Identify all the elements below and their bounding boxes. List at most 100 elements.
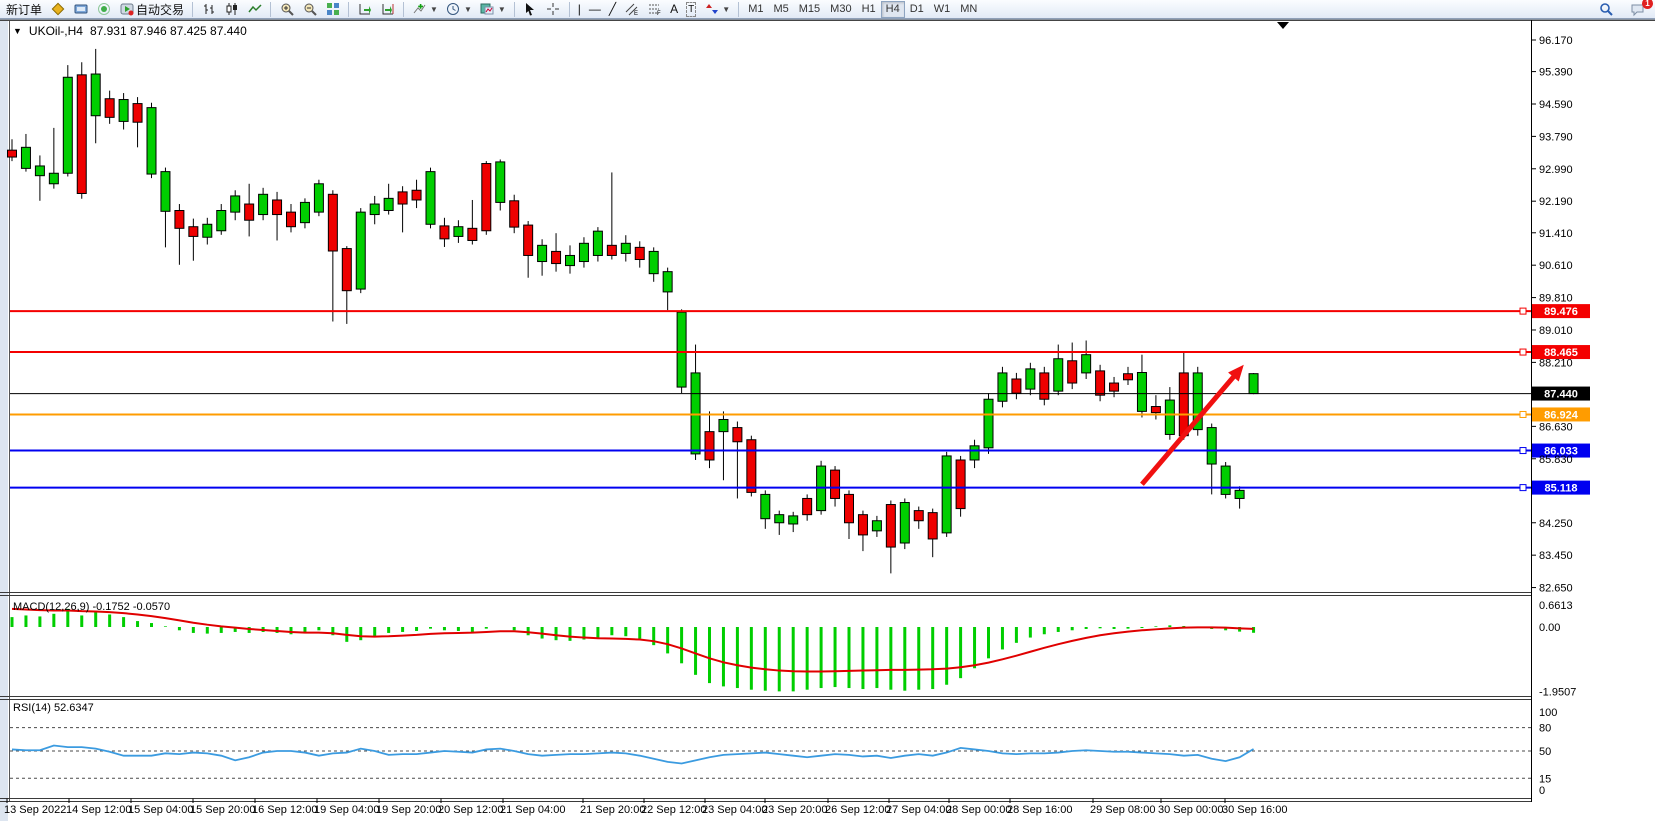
- templates-button[interactable]: ▼: [476, 1, 510, 18]
- candle: [789, 516, 798, 524]
- candle: [468, 228, 477, 240]
- candle: [454, 227, 463, 237]
- candle: [1012, 379, 1021, 393]
- candle: [1124, 374, 1133, 380]
- cursor-button[interactable]: [519, 1, 542, 18]
- fibonacci-icon: F: [647, 2, 662, 17]
- chart-canvas[interactable]: 89.47688.46587.44086.92486.03385.11896.1…: [0, 0, 1655, 821]
- level-line-handle: [1520, 448, 1526, 454]
- auto-scroll-button[interactable]: [353, 1, 376, 18]
- candle: [203, 224, 212, 237]
- price-tick-label: 82.650: [1539, 583, 1573, 595]
- arrows-button[interactable]: ▼: [700, 1, 734, 18]
- svg-text:E: E: [634, 11, 638, 16]
- macd-indicator-label: MACD(12,26,9) -0.1752 -0.0570: [13, 601, 170, 613]
- macd-signal-line: [12, 609, 1254, 672]
- candle: [1096, 371, 1105, 395]
- toolbar-separator: [403, 2, 404, 17]
- text-button[interactable]: A: [666, 1, 682, 18]
- candle: [91, 74, 100, 116]
- search-button[interactable]: [1595, 1, 1618, 18]
- autotrade-button[interactable]: 自动交易: [115, 1, 188, 18]
- crosshair-icon: [546, 2, 561, 17]
- chart-ohlc-quote: 87.931 87.946 87.425 87.440: [90, 24, 247, 38]
- zoom-in-button[interactable]: [275, 1, 298, 18]
- timeframe-m30[interactable]: M30: [825, 1, 856, 18]
- svg-text:F: F: [657, 11, 661, 16]
- rsi-indicator-label: RSI(14) 52.6347: [13, 702, 94, 714]
- toolbar-separator: [514, 2, 515, 17]
- horizontal-line-icon: —: [589, 3, 601, 16]
- profile-button[interactable]: [46, 1, 69, 18]
- candle: [761, 494, 770, 518]
- time-axis-label: 28 Sep 16:00: [1007, 804, 1072, 816]
- notifications-button[interactable]: 1: [1626, 1, 1649, 18]
- candle: [747, 440, 756, 493]
- level-line-handle: [1520, 349, 1526, 355]
- signal-button[interactable]: [92, 1, 115, 18]
- tile-windows-button[interactable]: [321, 1, 344, 18]
- candle: [119, 100, 128, 122]
- zoom-out-button[interactable]: [298, 1, 321, 18]
- candle: [886, 505, 895, 548]
- horizontal-line-button[interactable]: —: [585, 1, 605, 18]
- chart-shift-button[interactable]: [376, 1, 399, 18]
- candle: [845, 494, 854, 522]
- chart-plot-area[interactable]: [10, 21, 1531, 592]
- candle: [245, 204, 254, 220]
- candlestick-chart-button[interactable]: [220, 1, 243, 18]
- channel-icon: E: [624, 2, 639, 17]
- candle: [482, 164, 491, 231]
- candle: [63, 77, 72, 173]
- toolbar-separator: [738, 2, 739, 17]
- timeframe-h1[interactable]: H1: [857, 1, 881, 18]
- price-tick-label: 88.210: [1539, 357, 1573, 369]
- channel-button[interactable]: E: [620, 1, 643, 18]
- candle: [1026, 369, 1035, 389]
- candle: [1040, 373, 1049, 399]
- time-axis-label: 15 Sep 20:00: [190, 804, 255, 816]
- candle: [1082, 355, 1091, 373]
- rsi-axis-label: 80: [1539, 723, 1551, 735]
- timeframe-mn[interactable]: MN: [955, 1, 982, 18]
- timeframe-m1[interactable]: M1: [743, 1, 768, 18]
- label-button[interactable]: T: [682, 1, 700, 18]
- indicators-button[interactable]: ▼: [408, 1, 442, 18]
- time-axis-label: 21 Sep 20:00: [580, 804, 645, 816]
- time-axis-label: 23 Sep 04:00: [702, 804, 767, 816]
- timeframe-m5[interactable]: M5: [768, 1, 793, 18]
- candle: [217, 211, 226, 231]
- vertical-line-button[interactable]: |: [574, 1, 585, 18]
- zoom-in-icon: [279, 2, 294, 17]
- new-order-button[interactable]: 新订单: [2, 1, 46, 18]
- candle: [1221, 466, 1230, 494]
- candle: [691, 373, 700, 454]
- chart-collapse-icon[interactable]: ▼: [13, 26, 22, 36]
- line-chart-button[interactable]: [243, 1, 266, 18]
- candle: [8, 150, 17, 157]
- candle: [593, 231, 602, 255]
- candle: [635, 247, 644, 259]
- price-tick-label: 83.450: [1539, 550, 1573, 562]
- candle: [970, 446, 979, 460]
- candle: [914, 511, 923, 521]
- price-badge-label: 86.924: [1544, 409, 1579, 421]
- timeframe-h4[interactable]: H4: [881, 1, 905, 18]
- candle: [1054, 359, 1063, 391]
- timeframe-w1[interactable]: W1: [929, 1, 956, 18]
- time-axis-label: 30 Sep 00:00: [1158, 804, 1223, 816]
- timeframe-m15[interactable]: M15: [794, 1, 825, 18]
- terminal-button[interactable]: [69, 1, 92, 18]
- crosshair-button[interactable]: [542, 1, 565, 18]
- periods-button[interactable]: ▼: [442, 1, 476, 18]
- cursor-icon: [523, 2, 538, 17]
- candle: [998, 373, 1007, 401]
- trendline-button[interactable]: ╱: [605, 1, 620, 18]
- candle: [370, 204, 379, 215]
- toolbar-separator: [569, 2, 570, 17]
- price-tick-label: 91.410: [1539, 228, 1573, 240]
- timeframe-d1[interactable]: D1: [905, 1, 929, 18]
- time-axis-label: 13 Sep 2022: [4, 804, 66, 816]
- fibonacci-button[interactable]: F: [643, 1, 666, 18]
- bar-chart-button[interactable]: [197, 1, 220, 18]
